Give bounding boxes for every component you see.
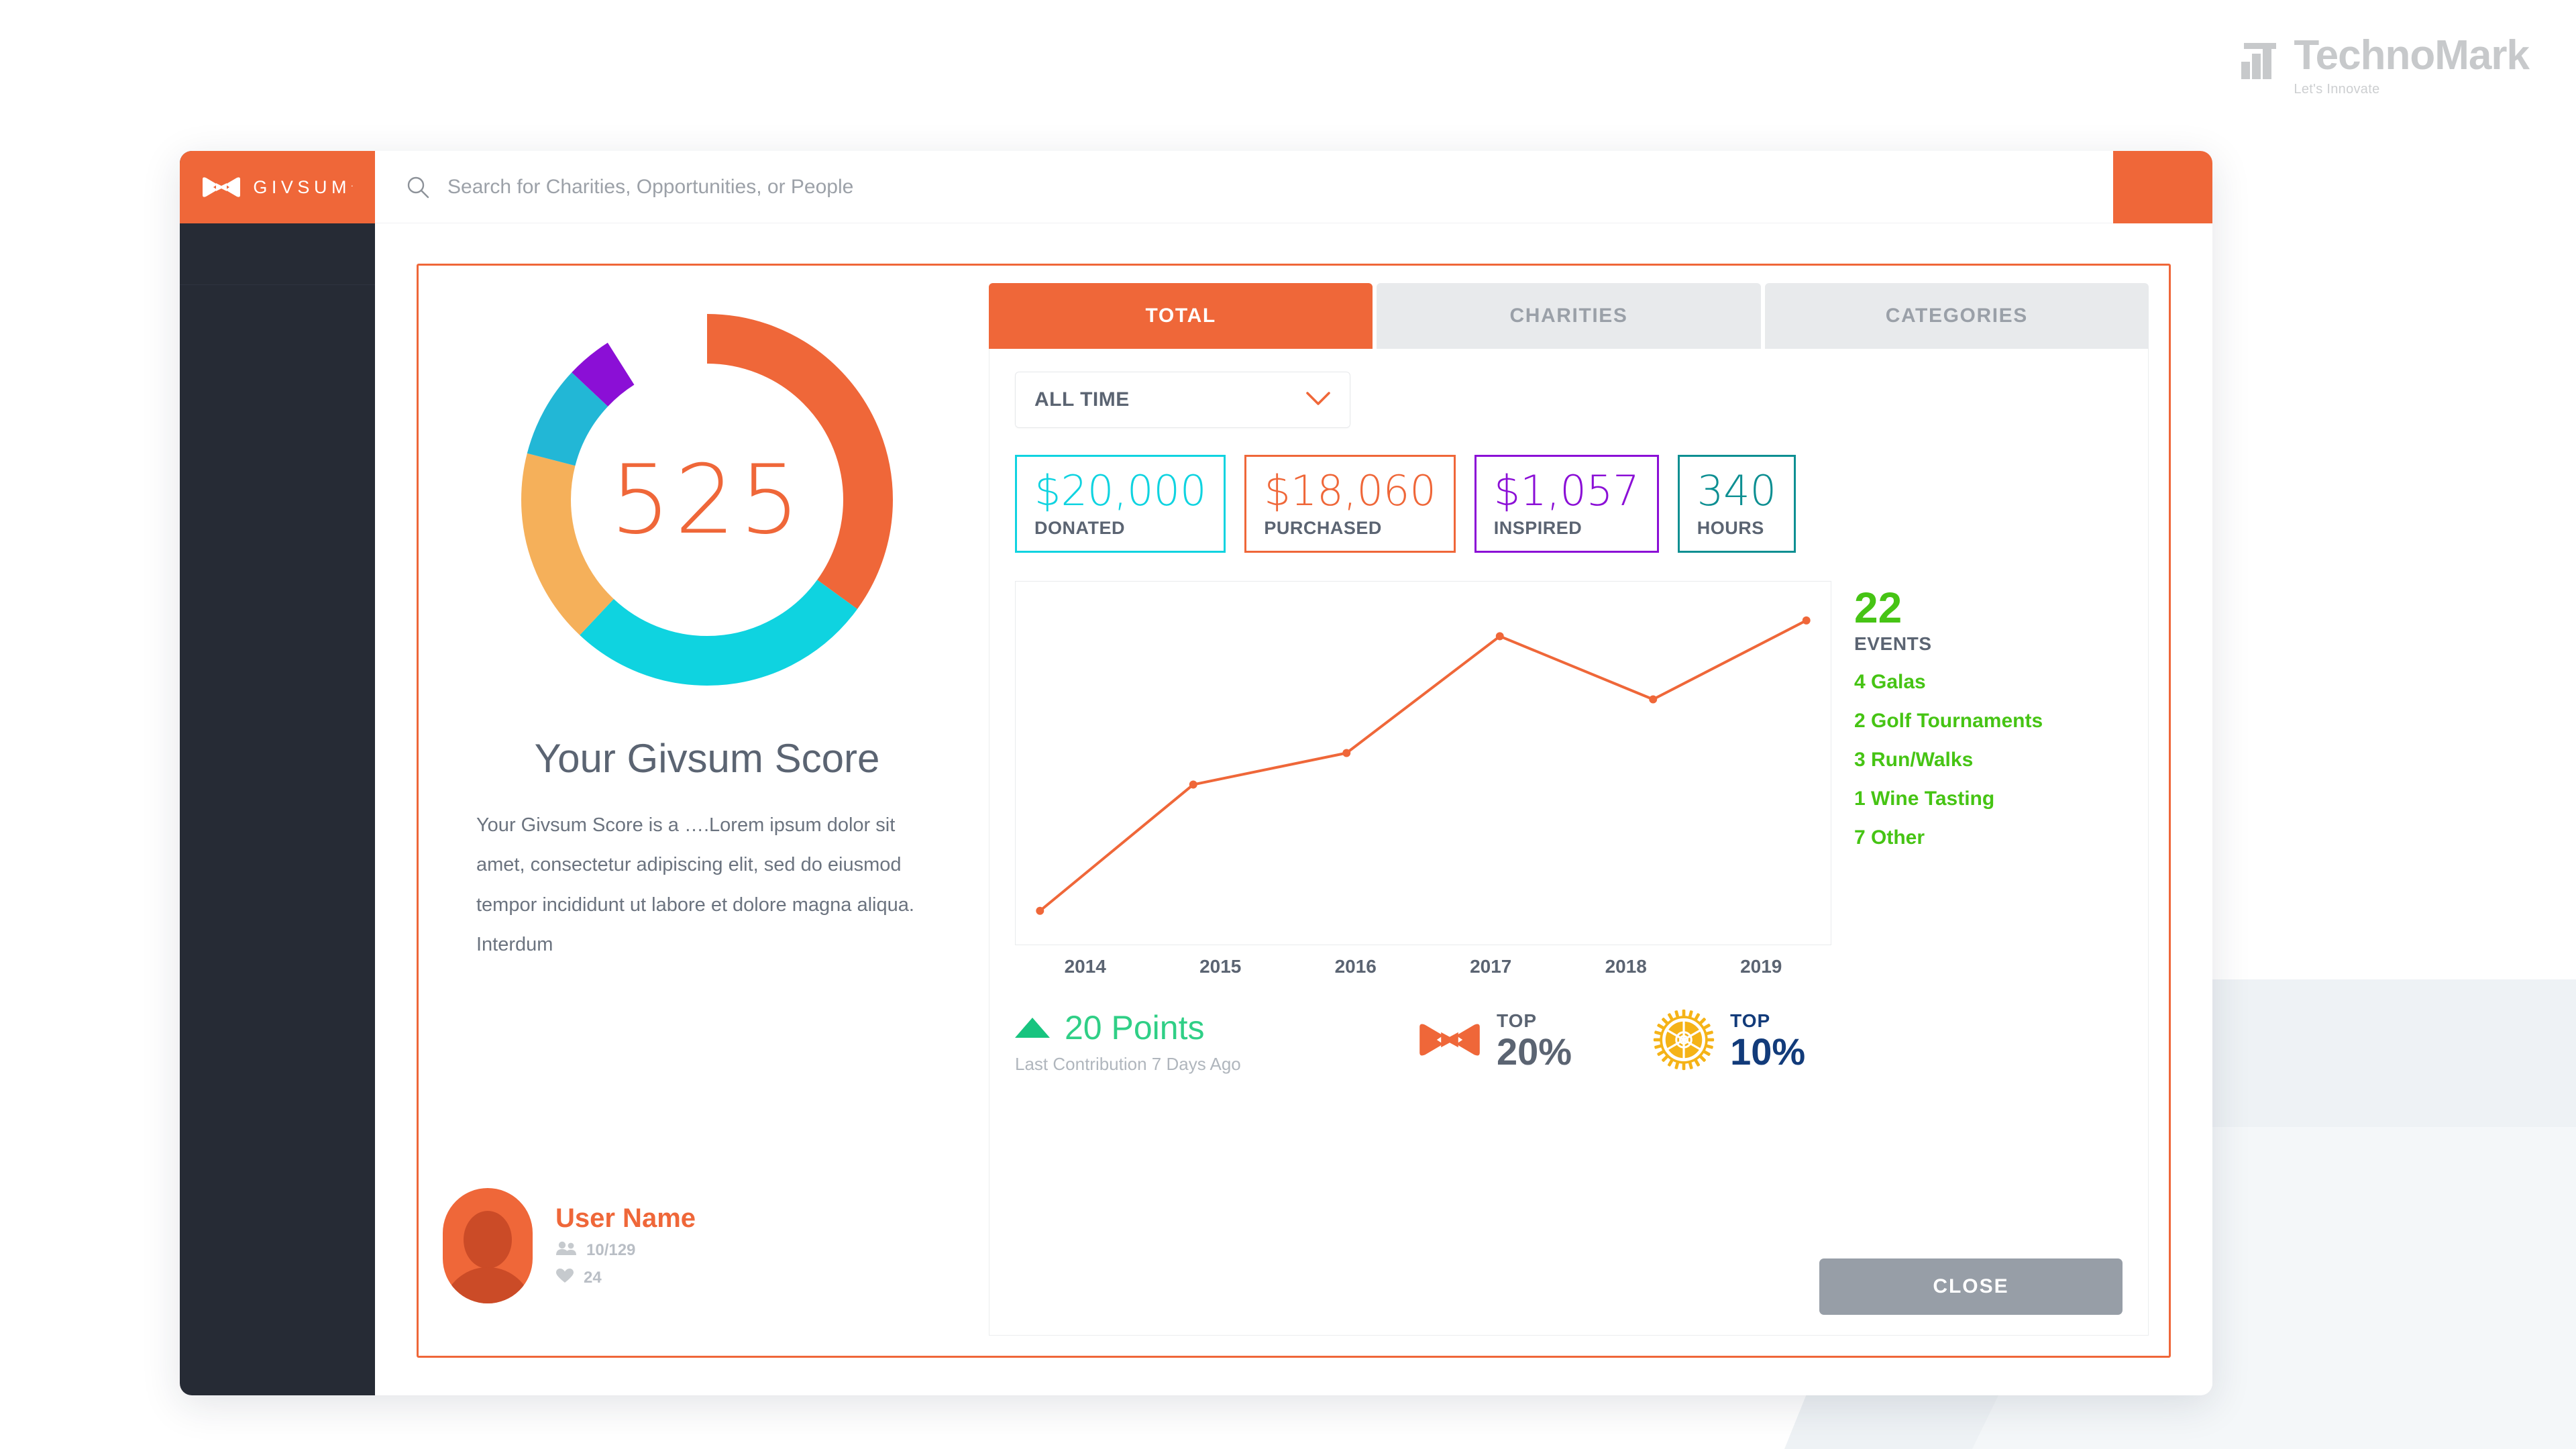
- app-window: GIVSUM. Search for Charities, Opportunit…: [180, 151, 2212, 1395]
- events-item-other: 7 Other: [1854, 826, 1925, 849]
- badge-givsum-text: TOP 20%: [1497, 1012, 1572, 1071]
- close-row: CLOSE: [1015, 1240, 2123, 1315]
- score-modal: 525 Your Givsum Score Your Givsum Score …: [417, 264, 2171, 1358]
- stat-purchased-value: $18,060: [1264, 466, 1436, 515]
- topbar: [375, 151, 2212, 223]
- chart-and-events: 2014 2015 2016 2017 2018 2019 22 EVENTS …: [1015, 581, 2123, 977]
- stat-hours-label: HOURS: [1697, 518, 1764, 539]
- events-summary: 22 EVENTS 4 Galas 2 Golf Tournaments 3 R…: [1854, 581, 2123, 977]
- line-chart-x-axis: 2014 2015 2016 2017 2018 2019: [1015, 956, 1831, 977]
- search-input[interactable]: [447, 175, 1051, 199]
- events-item-wine-tasting: 1 Wine Tasting: [1854, 788, 1995, 810]
- donut-center: 525: [502, 295, 912, 704]
- people-icon: [555, 1240, 577, 1261]
- axis-tick-2014: 2014: [1064, 955, 1106, 977]
- stat-boxes: $20,000 DONATED $18,060 PURCHASED $1,057…: [1015, 455, 2123, 553]
- sidebar-brand-text: GIVSUM: [253, 176, 351, 197]
- tab-categories[interactable]: CATEGORIES: [1764, 283, 2149, 349]
- score-description: Your Givsum Score is a ….Lorem ipsum dol…: [476, 814, 914, 956]
- badge-givsum-top20: TOP 20%: [1417, 1012, 1572, 1071]
- events-count: 22: [1854, 584, 1902, 633]
- axis-tick-2015: 2015: [1199, 955, 1242, 977]
- stat-hours-value: 340: [1697, 466, 1777, 515]
- contribution-line-chart: [1015, 581, 1831, 945]
- points-line: 20 Points: [1015, 1008, 1417, 1047]
- technomark-watermark: TechnoMark Let's Innovate: [2240, 32, 2530, 97]
- stat-inspired-value: $1,057: [1493, 466, 1640, 515]
- topbar-action-block[interactable]: [2113, 151, 2212, 223]
- givsum-bowtie-icon: [1417, 1018, 1482, 1065]
- search-area[interactable]: [375, 175, 2113, 199]
- modal-area: 525 Your Givsum Score Your Givsum Score …: [375, 223, 2212, 1395]
- search-icon: [406, 175, 430, 199]
- points-block: 20 Points Last Contribution 7 Days Ago: [1015, 1008, 1417, 1075]
- chevron-down-icon: [1305, 390, 1331, 410]
- badge-rotary-text: TOP 10%: [1730, 1012, 1805, 1071]
- badge-rotary-top-label: TOP: [1730, 1010, 1771, 1032]
- rotary-international-icon: [1652, 1008, 1715, 1075]
- axis-tick-2016: 2016: [1334, 955, 1377, 977]
- user-profile[interactable]: User Name 10/129 24: [439, 1188, 696, 1303]
- app-main: 525 Your Givsum Score Your Givsum Score …: [375, 151, 2212, 1395]
- page-title: Your Givsum Score: [534, 736, 880, 781]
- stat-purchased: $18,060 PURCHASED: [1244, 455, 1456, 553]
- stat-donated-label: DONATED: [1034, 518, 1125, 539]
- user-name: User Name: [555, 1203, 696, 1233]
- stat-hours: 340 HOURS: [1677, 455, 1796, 553]
- badge-givsum-top-label: TOP: [1497, 1010, 1538, 1032]
- events-label: EVENTS: [1854, 633, 1932, 655]
- heart-icon: [555, 1268, 574, 1289]
- stat-donated: $20,000 DONATED: [1015, 455, 1226, 553]
- givsum-bowtie-icon: [201, 176, 241, 199]
- givsum-score-donut-chart: 525: [502, 295, 912, 704]
- sidebar-brand[interactable]: GIVSUM.: [180, 151, 375, 223]
- user-followers: 10/129: [555, 1240, 696, 1261]
- tab-panel-total: ALL TIME $20,000 DONATED $18,060 PURCHAS…: [989, 349, 2149, 1336]
- score-left-panel: 525 Your Givsum Score Your Givsum Score …: [439, 283, 975, 1336]
- tab-charities[interactable]: CHARITIES: [1377, 283, 1761, 349]
- period-select-value: ALL TIME: [1034, 388, 1130, 411]
- likes-count: 24: [584, 1269, 602, 1287]
- triangle-up-icon: [1015, 1017, 1050, 1038]
- bottom-stats-row: 20 Points Last Contribution 7 Days Ago T…: [1015, 1008, 2123, 1075]
- axis-tick-2019: 2019: [1740, 955, 1782, 977]
- bar-chart-t-logo-icon: [2240, 39, 2282, 80]
- sidebar: GIVSUM.: [180, 151, 375, 1395]
- sidebar-brand-tm: .: [350, 178, 354, 189]
- stat-inspired: $1,057 INSPIRED: [1474, 455, 1659, 553]
- tab-total[interactable]: TOTAL: [989, 283, 1373, 349]
- events-item-galas: 4 Galas: [1854, 671, 1926, 694]
- axis-tick-2017: 2017: [1470, 955, 1512, 977]
- badge-givsum-percent: 20%: [1497, 1030, 1572, 1073]
- sidebar-brand-label: GIVSUM.: [253, 177, 353, 198]
- period-select[interactable]: ALL TIME: [1015, 372, 1350, 428]
- axis-tick-2018: 2018: [1605, 955, 1647, 977]
- technomark-tagline: Let's Innovate: [2294, 82, 2380, 97]
- badge-rotary-percent: 10%: [1730, 1030, 1806, 1073]
- points-value: 20 Points: [1065, 1008, 1205, 1046]
- score-right-panel: TOTAL CHARITIES CATEGORIES ALL TIME $20,…: [985, 283, 2149, 1336]
- stat-inspired-label: INSPIRED: [1493, 518, 1582, 539]
- followers-count: 10/129: [586, 1241, 636, 1259]
- close-button[interactable]: CLOSE: [1819, 1258, 2123, 1315]
- stat-purchased-label: PURCHASED: [1264, 518, 1382, 539]
- sidebar-section-body[interactable]: [180, 285, 375, 1395]
- user-likes: 24: [555, 1268, 696, 1289]
- badge-rotary-top10: TOP 10%: [1652, 1008, 1805, 1075]
- avatar: [443, 1188, 533, 1303]
- avatar-body: [443, 1267, 533, 1303]
- events-item-golf: 2 Golf Tournaments: [1854, 710, 2043, 733]
- events-item-run-walks: 3 Run/Walks: [1854, 749, 1974, 771]
- stat-donated-value: $20,000: [1034, 466, 1207, 515]
- user-meta: User Name 10/129 24: [555, 1203, 696, 1289]
- tab-bar: TOTAL CHARITIES CATEGORIES: [989, 283, 2149, 349]
- score-value: 525: [610, 444, 804, 555]
- points-subtitle: Last Contribution 7 Days Ago: [1015, 1053, 1241, 1074]
- technomark-name: TechnoMark: [2294, 32, 2530, 78]
- sidebar-section-top[interactable]: [180, 223, 375, 285]
- avatar-head: [464, 1211, 512, 1269]
